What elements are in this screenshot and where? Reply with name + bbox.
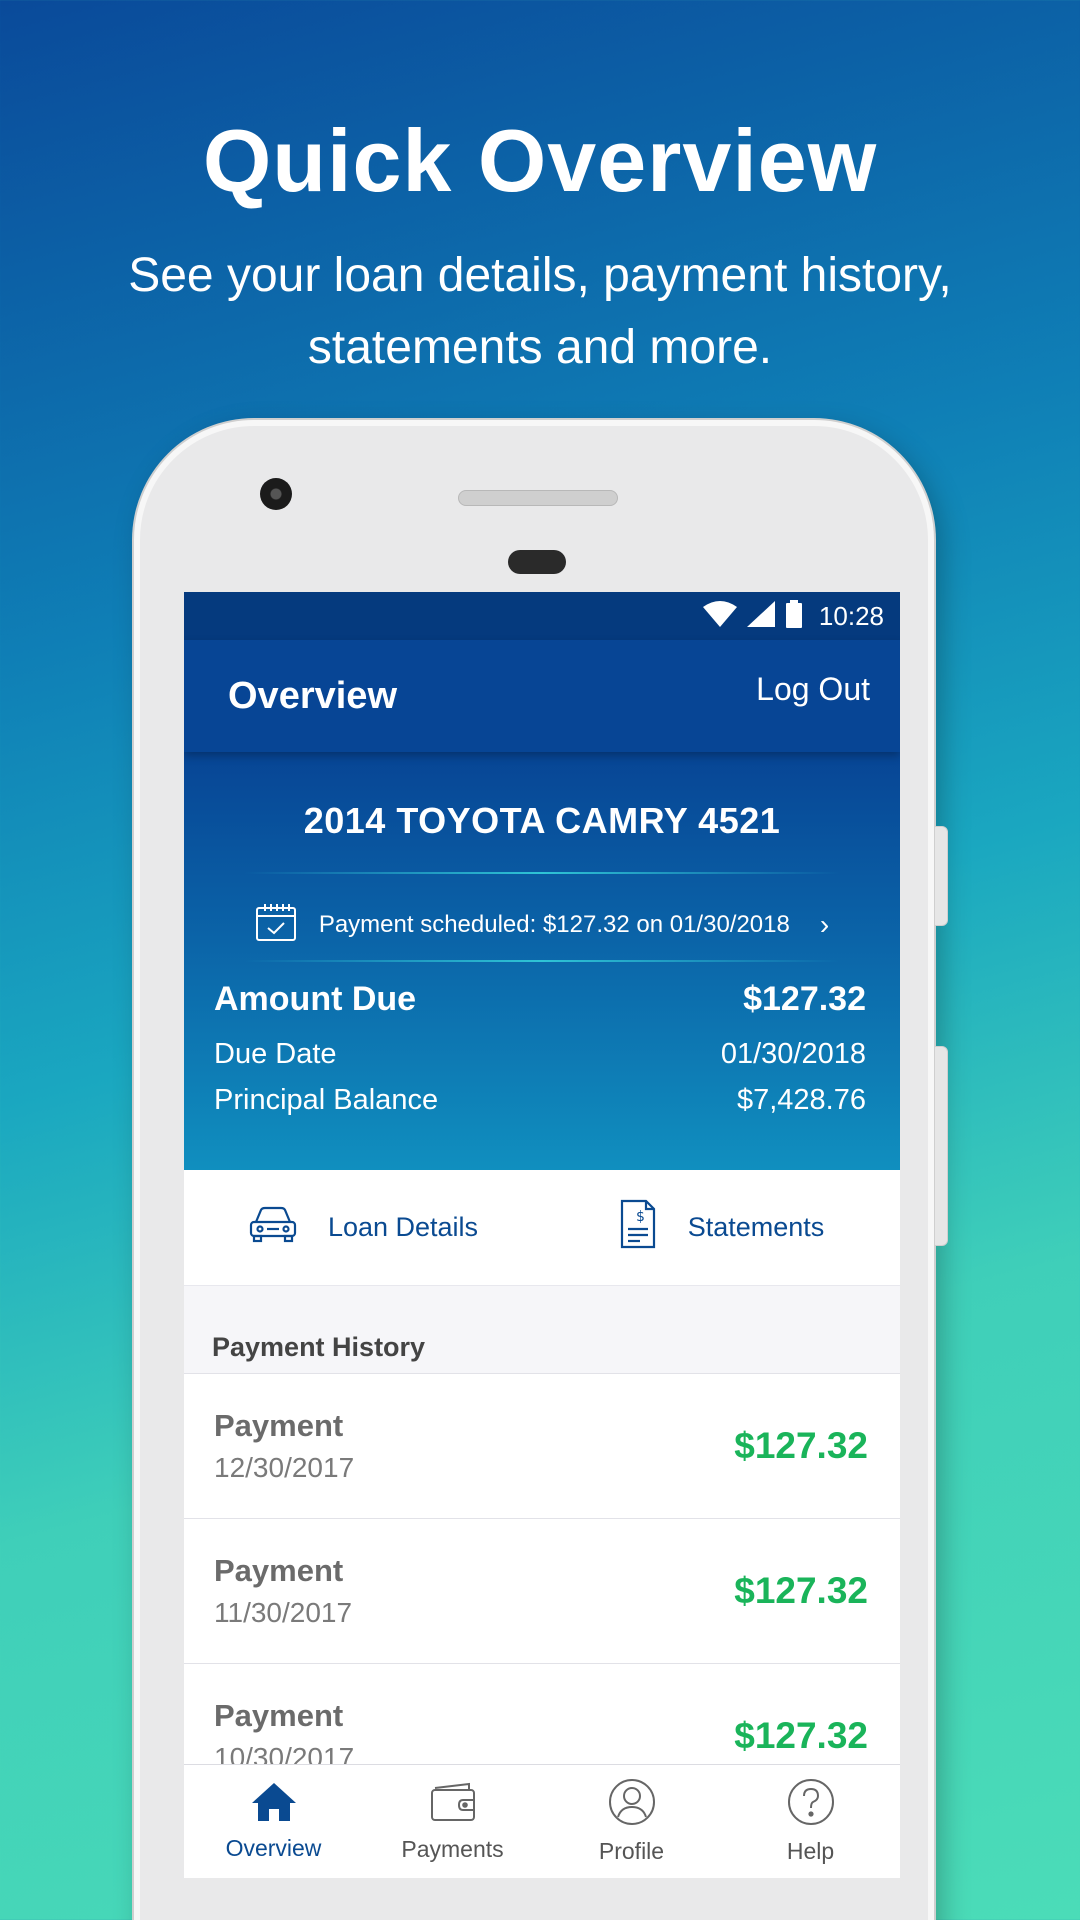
page-title: Overview — [228, 674, 397, 717]
chevron-right-icon: › — [819, 909, 830, 940]
statements-button[interactable]: $ Statements — [542, 1170, 900, 1285]
divider — [244, 872, 840, 874]
payment-label: Payment — [214, 1553, 344, 1588]
nav-help-label: Help — [786, 1838, 835, 1864]
volume-button — [934, 826, 948, 926]
loan-details-label: Loan Details — [327, 1212, 479, 1242]
status-bar: 10:28 — [184, 592, 900, 640]
statements-label: Statements — [687, 1212, 825, 1242]
battery-icon — [785, 599, 803, 633]
payment-amount: $127.32 — [734, 1570, 868, 1611]
amount-due-value: $127.32 — [743, 980, 866, 1018]
scheduled-payment-link[interactable]: Payment scheduled: $127.32 on 01/30/2018… — [184, 892, 900, 958]
loan-details-button[interactable]: Loan Details — [184, 1170, 542, 1285]
loan-summary: 2014 TOYOTA CAMRY 4521 Payment scheduled… — [184, 752, 900, 1170]
help-icon — [787, 1778, 835, 1832]
power-button — [934, 1046, 948, 1246]
svg-text:$: $ — [636, 1209, 645, 1225]
wallet-icon — [429, 1780, 477, 1830]
promo-subtitle-line1: See your loan details, payment history, — [128, 249, 952, 302]
status-time: 10:28 — [818, 600, 884, 631]
nav-overview[interactable]: Overview — [184, 1765, 363, 1878]
table-row[interactable]: Payment 11/30/2017 $127.32 — [184, 1519, 900, 1664]
amount-due-row: Amount Due $127.32 — [214, 980, 866, 1038]
principal-balance-label: Principal Balance — [214, 1084, 439, 1116]
principal-balance-value: $7,428.76 — [736, 1084, 866, 1116]
vehicle-name: 2014 TOYOTA CAMRY 4521 — [303, 800, 781, 841]
due-details: Amount Due $127.32 Due Date 01/30/2018 P… — [214, 980, 866, 1130]
nav-overview-label: Overview — [225, 1835, 322, 1861]
wifi-icon — [702, 600, 737, 632]
payment-history-header: Payment History — [184, 1286, 900, 1374]
due-date-value: 01/30/2018 — [720, 1038, 866, 1070]
payment-amount: $127.32 — [734, 1425, 868, 1466]
payment-label: Payment — [214, 1408, 344, 1443]
logout-button[interactable]: Log Out — [756, 671, 870, 708]
payment-date: 12/30/2017 — [214, 1452, 355, 1483]
due-date-row: Due Date 01/30/2018 — [214, 1038, 866, 1084]
payment-amount: $127.32 — [734, 1715, 868, 1756]
nav-payments[interactable]: Payments — [363, 1765, 542, 1878]
signal-icon — [746, 600, 775, 632]
phone-frame: 10:28 Overview Log Out 2014 TOYOTA CAMRY… — [134, 420, 948, 1920]
bottom-navigation: Overview Payments Profile Help — [184, 1764, 900, 1878]
calendar-check-icon — [255, 902, 297, 949]
promo-subtitle-line2: statements and more. — [307, 321, 773, 374]
car-icon — [248, 1204, 298, 1251]
due-date-label: Due Date — [214, 1038, 337, 1070]
promo-title: Quick Overview — [202, 111, 878, 210]
front-camera — [260, 478, 292, 510]
proximity-sensor — [508, 550, 566, 574]
earpiece-speaker — [458, 490, 618, 506]
principal-balance-row: Principal Balance $7,428.76 — [214, 1084, 866, 1130]
profile-icon — [608, 1778, 656, 1832]
statement-icon: $ — [618, 1199, 658, 1256]
nav-profile-label: Profile — [598, 1838, 665, 1864]
payment-date: 11/30/2017 — [214, 1597, 353, 1628]
app-bar: Overview Log Out — [184, 640, 900, 752]
amount-due-label: Amount Due — [214, 980, 417, 1018]
nav-payments-label: Payments — [401, 1836, 504, 1862]
app-screen: 10:28 Overview Log Out 2014 TOYOTA CAMRY… — [184, 592, 900, 1878]
payment-history-list: Payment 12/30/2017 $127.32 Payment 11/30… — [184, 1374, 900, 1809]
table-row[interactable]: Payment 12/30/2017 $127.32 — [184, 1374, 900, 1519]
quick-links: Loan Details $ Statements — [184, 1170, 900, 1286]
nav-help[interactable]: Help — [721, 1765, 900, 1878]
divider — [244, 960, 840, 962]
promo-subtitle: See your loan details, payment history, … — [60, 240, 1020, 384]
nav-profile[interactable]: Profile — [542, 1765, 721, 1878]
scheduled-payment-text: Payment scheduled: $127.32 on 01/30/2018 — [318, 911, 790, 938]
payment-label: Payment — [214, 1698, 344, 1733]
home-icon — [250, 1781, 298, 1829]
